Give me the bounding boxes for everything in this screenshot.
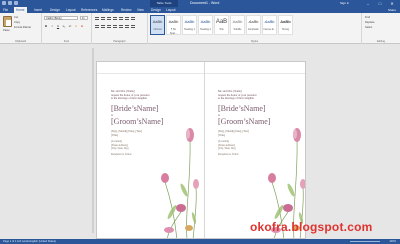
font-format-buttons: B I U x₂ x² A A [44,24,84,28]
flower-illustration [161,128,199,238]
minimize-button[interactable]: – [364,0,372,7]
editing-group: Find Replace Select Editing [362,13,400,44]
paste-label[interactable]: Paste [3,29,10,32]
font-size-select[interactable]: 11 [80,16,88,20]
highlight-button[interactable]: A [74,24,78,28]
window-title: Document1 - Word [190,1,220,5]
paste-icon[interactable] [3,16,12,27]
font-group: Calibri (Body) 11 B I U x₂ x² A A Font [42,13,92,44]
styles-group: AaBb Normal AaBb ¶ No Spac... AaBb Headi… [148,13,362,44]
decrease-indent-icon[interactable] [113,17,117,20]
vertical-ruler [92,48,94,233]
align-left-icon[interactable] [95,25,99,28]
alignment-buttons [95,25,135,28]
increase-indent-icon[interactable] [119,17,123,20]
select-button[interactable]: Select [365,26,372,29]
style-name: Normal [153,28,162,31]
zoom-level[interactable]: 100% [389,239,396,244]
style-name: Strong [281,28,290,31]
sort-icon[interactable] [125,17,129,20]
flower-illustration [268,128,305,238]
title-bar: Table Tools Document1 - Word Sign in – □… [0,0,400,7]
status-info[interactable]: Page 1 of 1 114 words English (United St… [3,239,56,244]
cut-button[interactable]: Cut [14,16,18,19]
style-name: Heading 1 [184,28,195,31]
style-strong[interactable]: AaBb Strong [278,15,293,35]
invitation-card[interactable]: Mr. and Mrs. [Name] request the honor of… [204,62,305,238]
justify-icon[interactable] [113,25,117,28]
italic-button[interactable]: I [50,24,54,28]
style-heading-1[interactable]: AaBb Heading 1 [182,15,197,35]
numbering-icon[interactable] [101,17,105,20]
style-emphasis[interactable]: AaBb Emphasis [246,15,261,35]
borders-icon[interactable] [131,25,135,28]
bullets-icon[interactable] [95,17,99,20]
shading-icon[interactable] [125,25,129,28]
show-marks-icon[interactable] [131,17,135,20]
align-right-icon[interactable] [107,25,111,28]
style-sample: AaBb [168,19,179,24]
style-sample: AaBb [280,19,291,24]
paragraph-group: Paragraph [92,13,148,44]
underline-button[interactable]: U [56,24,60,28]
style-no-spacing[interactable]: AaBb ¶ No Spac... [166,15,181,35]
find-button[interactable]: Find [365,16,370,19]
maximize-button[interactable]: □ [376,0,384,7]
style-sample: AaBb [248,19,259,24]
status-bar: Page 1 of 1 114 words English (United St… [0,239,400,244]
style-sample: AaBb [184,19,195,24]
editing-group-label: Editing [377,40,385,43]
replace-button[interactable]: Replace [365,21,375,24]
font-color-button[interactable]: A [80,24,84,28]
style-intense-emphasis[interactable]: AaBb Intense E... [262,15,277,35]
style-sample: AaB [215,19,228,25]
superscript-button[interactable]: x² [68,24,72,28]
multilevel-list-icon[interactable] [107,17,111,20]
subscript-button[interactable]: x₂ [62,24,66,28]
invitation-card[interactable]: Mr. and Mrs. [Name] request the honor of… [97,62,200,238]
style-sample: AaBb [264,19,275,24]
context-tab-label: Table Tools [150,0,178,7]
style-heading-2[interactable]: AaBb Heading 2 [198,15,213,35]
style-name: Emphasis [248,28,259,31]
style-normal[interactable]: AaBb Normal [150,15,165,35]
zoom-slider[interactable] [350,241,380,242]
copy-button[interactable]: Copy [14,21,20,24]
styles-group-label: Styles [250,40,259,43]
font-name-select[interactable]: Calibri (Body) [44,16,78,20]
undo-icon[interactable] [8,1,12,5]
style-name: Intense E... [263,28,276,31]
sign-in-link[interactable]: Sign in [340,0,349,7]
bold-button[interactable]: B [44,24,48,28]
line-spacing-icon[interactable] [119,25,123,28]
document-page[interactable]: Mr. and Mrs. [Name] request the honor of… [96,61,306,239]
watermark-text: okofra.blogspot.com [250,220,373,234]
close-button[interactable]: ✕ [388,0,396,7]
clipboard-group: Paste Cut Copy Format Painter Clipboard [0,13,42,44]
format-painter-button[interactable]: Format Painter [14,26,31,29]
list-buttons [95,17,135,20]
style-subtitle[interactable]: AaBb Subtitle [230,15,245,35]
font-group-label: Font [63,40,70,43]
style-sample: AaBb [200,19,211,24]
redo-icon[interactable] [14,1,18,5]
share-button[interactable]: Share [388,8,396,12]
style-name: Subtitle [233,28,242,31]
save-icon[interactable] [2,1,6,5]
paragraph-group-label: Paragraph [113,40,126,43]
style-name: Heading 2 [200,28,211,31]
quick-access-toolbar [2,1,18,5]
style-sample: AaBb [152,19,163,24]
align-center-icon[interactable] [101,25,105,28]
style-sample: AaBb [232,19,243,24]
style-title[interactable]: AaB Title [214,15,229,35]
clipboard-group-label: Clipboard [14,40,27,43]
ribbon: Paste Cut Copy Format Painter Clipboard … [0,13,400,44]
style-name: ¶ No Spac... [169,28,178,35]
document-area[interactable]: Mr. and Mrs. [Name] request the honor of… [0,44,400,239]
style-name: Title [219,28,224,31]
